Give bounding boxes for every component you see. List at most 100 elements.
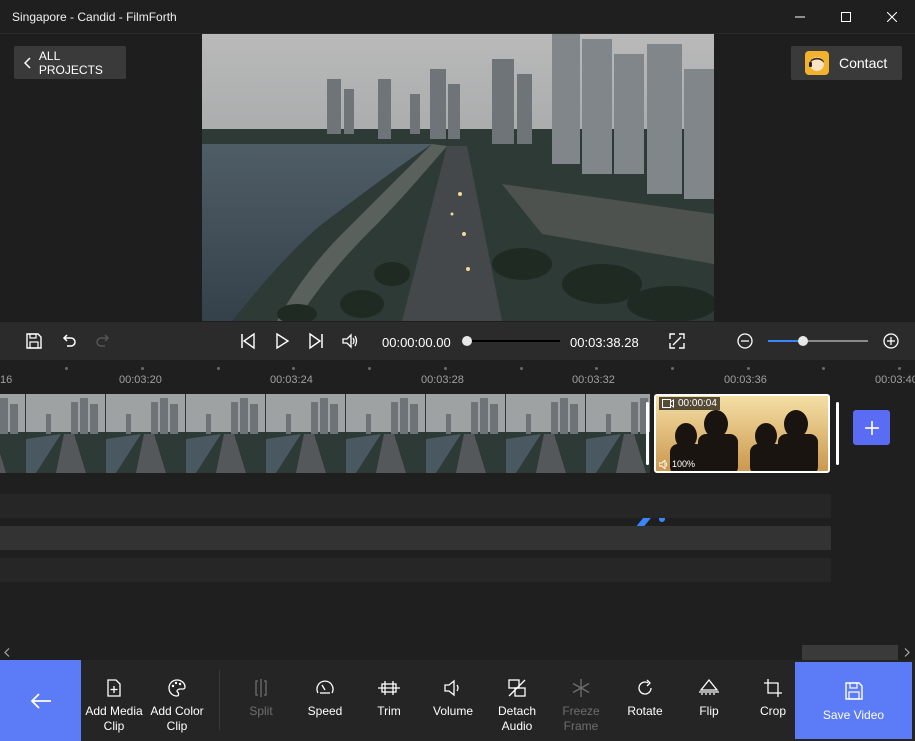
redo-button[interactable] [93, 331, 113, 351]
redo-icon [96, 334, 110, 347]
text-track[interactable] [0, 526, 831, 550]
seek-handle[interactable] [462, 336, 472, 346]
ruler-label: 00:03:20 [119, 374, 162, 386]
palette-icon [168, 679, 186, 697]
add-file-icon [107, 679, 121, 697]
detach-audio-button[interactable]: Detach Audio [492, 660, 542, 741]
clip-thumbnail [586, 394, 650, 473]
contact-label: Contact [839, 55, 888, 71]
close-icon [887, 12, 897, 22]
zoom-in-icon [883, 333, 899, 349]
all-projects-label: ALL PROJECTS [38, 48, 103, 77]
volume-label: Volume [432, 704, 474, 718]
timeline-scrollbar[interactable] [0, 645, 915, 660]
clip-thumbnail [0, 394, 26, 473]
time-ruler[interactable]: 16 00:03:20 00:03:24 00:03:28 00:03:32 0… [0, 360, 915, 390]
rotate-button[interactable]: Rotate [620, 660, 670, 741]
timeline[interactable]: 16 00:03:20 00:03:24 00:03:28 00:03:32 0… [0, 360, 915, 645]
zoom-slider-handle[interactable] [798, 336, 808, 346]
close-button[interactable] [869, 0, 915, 34]
clip-thumbnail [426, 394, 506, 473]
crop-icon [764, 679, 782, 697]
trim-button[interactable]: Trim [364, 660, 414, 741]
add-media-label-1: Add Media [85, 704, 143, 718]
speed-label: Speed [307, 704, 343, 718]
clip-thumbnail [506, 394, 586, 473]
clip-thumbnail [346, 394, 426, 473]
minimize-button[interactable] [777, 0, 823, 34]
scrollbar-thumb[interactable] [802, 645, 898, 660]
trim-label: Trim [377, 704, 401, 718]
add-clip-button[interactable] [853, 410, 890, 445]
add-color-label-1: Add Color [150, 704, 204, 718]
title-bar: Singapore - Candid - FilmForth [0, 0, 915, 34]
ruler-label: 00:03:40 [875, 374, 915, 386]
clip-thumbnail [186, 394, 266, 473]
clip-right-trim-handle[interactable] [836, 402, 839, 465]
clip-volume-badge: 100% [659, 459, 695, 469]
player-control-bar: 00:00:00.00 00:03:38.28 [0, 322, 915, 360]
video-preview[interactable] [202, 34, 714, 321]
undo-icon [62, 334, 76, 347]
zoom-out-button[interactable] [735, 331, 755, 351]
skip-to-end-button[interactable] [306, 331, 326, 351]
speed-button[interactable]: Speed [300, 660, 350, 741]
trim-icon [378, 681, 400, 695]
seek-bar[interactable] [468, 340, 560, 342]
freeze-frame-button[interactable]: Freeze Frame [556, 660, 606, 741]
selected-clip[interactable]: 00:00:04 100% [654, 394, 830, 473]
clip-volume: 100% [672, 459, 696, 469]
rotate-label: Rotate [627, 704, 663, 718]
flip-icon [699, 678, 719, 695]
save-video-label: Save Video [822, 708, 885, 722]
play-button[interactable] [272, 331, 292, 351]
clip-thumbnail [26, 394, 106, 473]
total-time: 00:03:38.28 [570, 335, 639, 350]
ruler-label: 00:03:36 [724, 374, 767, 386]
all-projects-button[interactable]: ALL PROJECTS [14, 46, 126, 79]
save-video-button[interactable]: Save Video [795, 662, 912, 739]
contact-button[interactable]: Contact [791, 46, 902, 80]
current-time: 00:00:00.00 [382, 335, 451, 350]
snowflake-icon [572, 679, 590, 697]
fullscreen-icon [669, 333, 685, 349]
toolbar-divider [219, 670, 220, 730]
minimize-icon [795, 16, 805, 18]
add-media-clip-button[interactable]: Add Media Clip [83, 660, 145, 741]
back-button[interactable] [0, 660, 81, 741]
video-clip[interactable] [0, 394, 650, 473]
maximize-button[interactable] [823, 0, 869, 34]
split-icon [255, 679, 267, 697]
detach-label-2: Audio [501, 719, 533, 733]
split-button[interactable]: Split [236, 660, 286, 741]
ruler-label: 00:03:28 [421, 374, 464, 386]
flip-button[interactable]: Flip [684, 660, 734, 741]
volume-button[interactable] [340, 331, 360, 351]
ruler-label: 00:03:32 [572, 374, 615, 386]
undo-button[interactable] [59, 331, 79, 351]
crop-button[interactable]: Crop [748, 660, 798, 741]
video-camera-icon [662, 399, 674, 408]
skip-to-start-button[interactable] [238, 331, 258, 351]
play-icon [276, 332, 290, 350]
window-title: Singapore - Candid - FilmForth [12, 10, 177, 24]
skip-back-icon [241, 332, 255, 350]
fullscreen-button[interactable] [667, 331, 687, 351]
skip-forward-icon [309, 332, 323, 350]
volume-tool-button[interactable]: Volume [428, 660, 478, 741]
detach-audio-icon [508, 679, 526, 697]
city-aerial-frame [202, 34, 714, 321]
zoom-in-button[interactable] [881, 331, 901, 351]
support-avatar-icon [805, 51, 829, 75]
save-project-button[interactable] [24, 331, 44, 351]
add-color-clip-button[interactable]: Add Color Clip [146, 660, 208, 741]
speedometer-icon [316, 680, 334, 694]
overlay-track[interactable] [0, 494, 831, 518]
flip-label: Flip [699, 704, 719, 718]
audio-track[interactable] [0, 558, 831, 582]
clip-duration-badge: 00:00:04 [659, 397, 720, 410]
split-label: Split [249, 704, 273, 718]
clip-left-trim-handle[interactable] [646, 402, 649, 465]
scroll-right-icon [904, 648, 910, 657]
speaker-icon [659, 459, 668, 469]
